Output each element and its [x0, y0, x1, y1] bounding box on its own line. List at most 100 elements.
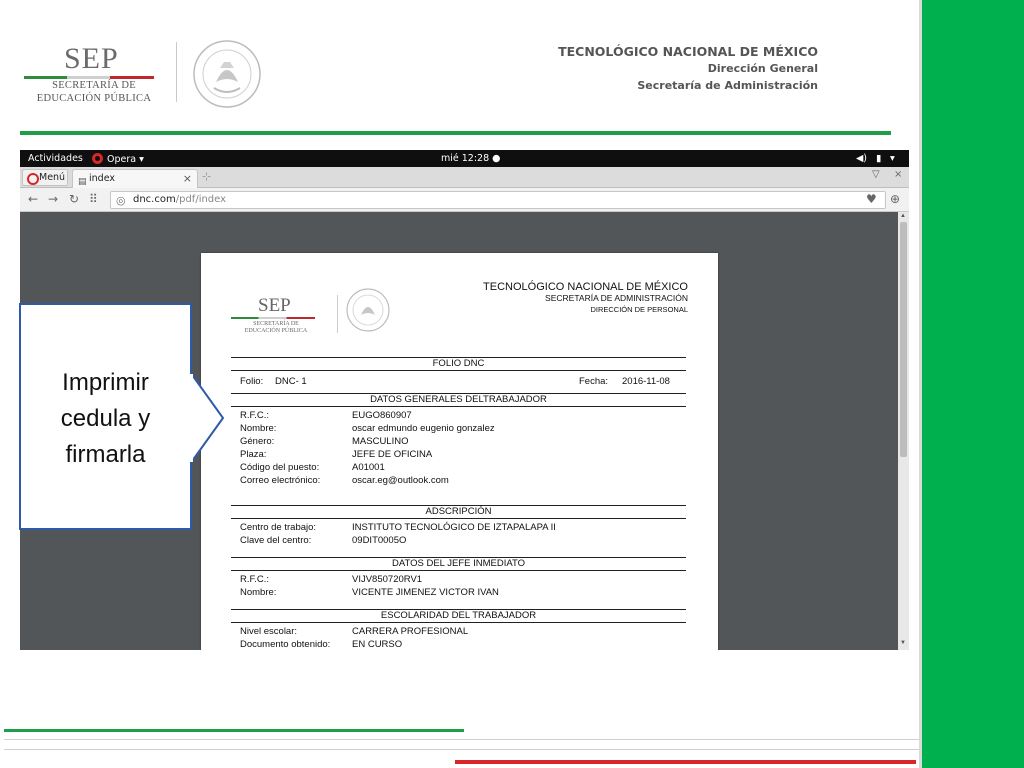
general-value-nombre: oscar edmundo eugenio gonzalez: [352, 423, 495, 434]
jefe-section-title: DATOS DEL JEFE INMEDIATO: [231, 557, 686, 571]
general-value-genero: MASCULINO: [352, 436, 409, 447]
tab-title: index: [89, 173, 115, 184]
pdf-header-sub2: DIRECCIÓN DE PERSONAL: [590, 305, 688, 314]
window-close-icon[interactable]: ×: [894, 169, 902, 180]
institution-header: TECNOLÓGICO NACIONAL DE MÉXICO Dirección…: [558, 44, 818, 94]
national-seal-icon: [193, 40, 261, 108]
pdf-header: TECNOLÓGICO NACIONAL DE MÉXICO SECRETARÍ…: [483, 281, 688, 315]
escolaridad-value-documento: EN CURSO: [352, 639, 403, 650]
general-value-codigo: A01001: [352, 462, 385, 473]
pdf-header-title: TECNOLÓGICO NACIONAL DE MÉXICO: [483, 281, 688, 293]
url-path: /pdf/index: [175, 194, 227, 205]
opera-app-label: Opera ▾: [107, 154, 144, 165]
general-label-genero: Género:: [240, 436, 275, 447]
download-icon[interactable]: ⊕: [890, 192, 900, 206]
logo-divider: [176, 42, 177, 102]
institution-line2: Dirección General: [707, 62, 818, 75]
grid-icon[interactable]: ⠿: [89, 192, 98, 206]
jefe-value-rfc: VIJV850720RV1: [352, 574, 423, 585]
right-green-band: [922, 0, 1024, 768]
pdf-header-sub1: SECRETARÍA DE ADMINISTRACIÓN: [545, 293, 688, 303]
jefe-label-nombre: Nombre:: [240, 587, 277, 598]
general-section-title: DATOS GENERALES DELTRABAJADOR: [231, 393, 686, 407]
pdf-sep-line1: SECRETARÍA DE: [253, 321, 299, 327]
opera-menu-button[interactable]: Menú: [22, 169, 68, 186]
escolaridad-label-documento: Documento obtenido:: [240, 639, 331, 650]
escolaridad-section-title: ESCOLARIDAD DEL TRABAJADOR: [231, 609, 686, 623]
heart-icon[interactable]: ♥: [866, 192, 877, 206]
escolaridad-label-nivel: Nivel escolar:: [240, 626, 298, 637]
adscripcion-value-centro: INSTITUTO TECNOLÓGICO DE IZTAPALAPA II: [352, 522, 556, 533]
folio-label: Folio:: [240, 376, 264, 387]
sep-logo-tricolor-bar: [24, 76, 154, 79]
pdf-sep-line2: EDUCACIÓN PÚBLICA: [244, 328, 308, 334]
general-label-correo: Correo electrónico:: [240, 475, 321, 486]
url-domain: dnc.com: [133, 194, 176, 205]
callout-pointer: [190, 371, 225, 465]
opera-icon: [92, 153, 103, 164]
volume-icon[interactable]: ◀): [856, 153, 867, 164]
fecha-label: Fecha:: [579, 376, 609, 387]
activities-button[interactable]: Actividades: [28, 153, 83, 164]
gnome-top-bar: Actividades Opera ▾ mié 12:28 ● ◀) ▮ ▾: [20, 150, 909, 167]
sep-logo: SEP SECRETARÍA DE EDUCACIÓN PÚBLICA: [24, 40, 174, 110]
general-label-rfc: R.F.C.:: [240, 410, 270, 421]
opera-app-menu[interactable]: Opera ▾: [92, 153, 144, 165]
address-bar: ← → ↻ ⠿ ◎ dnc.com/pdf/index ♥ ⊕: [20, 188, 909, 212]
general-value-rfc: EUGO860907: [352, 410, 412, 421]
callout-line3: firmarla: [65, 441, 146, 468]
general-label-plaza: Plaza:: [240, 449, 267, 460]
general-label-nombre: Nombre:: [240, 423, 277, 434]
adscripcion-value-clave: 09DIT0005O: [352, 535, 407, 546]
folio-section-title: FOLIO DNC: [231, 357, 686, 371]
footer-red-line: [455, 760, 916, 764]
fecha-value: 2016-11-08: [622, 376, 670, 387]
callout-box: Imprimir cedula y firmarla: [19, 303, 192, 530]
pdf-scrollbar[interactable]: ▲ ▼: [898, 212, 909, 650]
general-label-codigo: Código del puesto:: [240, 462, 320, 473]
sep-logo-word: SEP: [64, 42, 119, 75]
reload-icon[interactable]: ↻: [69, 192, 79, 206]
pdf-seal-icon: [346, 288, 390, 332]
footer-gray-line-2: [4, 749, 919, 750]
general-value-plaza: JEFE DE OFICINA: [352, 449, 433, 460]
callout-line1: Imprimir: [62, 369, 149, 396]
footer-gray-line-1: [4, 739, 919, 740]
pdf-logo-divider: [337, 295, 338, 333]
tab-index[interactable]: ▤ index ×: [72, 169, 198, 188]
jefe-label-rfc: R.F.C.:: [240, 574, 270, 585]
scroll-down-icon[interactable]: ▼: [900, 640, 906, 646]
battery-icon[interactable]: ▮: [876, 153, 881, 164]
close-icon[interactable]: ×: [183, 170, 192, 187]
tab-bar: Menú ▤ index × ⊹ ▽ ×: [20, 167, 909, 188]
pdf-page: SEP SECRETARÍA DE EDUCACIÓN PÚBLICA TECN…: [201, 253, 718, 650]
escolaridad-value-nivel: CARRERA PROFESIONAL: [352, 626, 469, 637]
scrollbar-thumb[interactable]: [900, 222, 907, 457]
pdf-sep-bar: [231, 317, 315, 319]
general-value-correo: oscar.eg@outlook.com: [352, 475, 449, 486]
callout-text: Imprimir cedula y firmarla: [21, 365, 190, 473]
clock[interactable]: mié 12:28 ●: [441, 153, 500, 164]
tab-menu-icon[interactable]: ▽: [872, 169, 880, 180]
institution-line3: Secretaría de Administración: [637, 79, 818, 92]
globe-icon: ◎: [116, 194, 126, 207]
url-input[interactable]: ◎ dnc.com/pdf/index: [110, 191, 886, 209]
back-icon[interactable]: ←: [28, 192, 38, 206]
adscripcion-section-title: ADSCRIPCIÓN: [231, 505, 686, 519]
folio-value: DNC- 1: [275, 376, 307, 387]
sep-logo-line1: SECRETARÍA DE: [52, 80, 136, 91]
system-menu-icon[interactable]: ▾: [890, 153, 895, 164]
forward-icon[interactable]: →: [48, 192, 58, 206]
scroll-up-icon[interactable]: ▲: [900, 213, 906, 219]
pdf-sep-logo: SEP SECRETARÍA DE EDUCACIÓN PÚBLICA: [231, 295, 331, 335]
pdf-sep-word: SEP: [258, 295, 291, 316]
jefe-value-nombre: VICENTE JIMENEZ VICTOR IVAN: [352, 587, 499, 598]
sep-logo-line2: EDUCACIÓN PÚBLICA: [36, 93, 152, 104]
adscripcion-label-clave: Clave del centro:: [240, 535, 312, 546]
adscripcion-label-centro: Centro de trabajo:: [240, 522, 317, 533]
new-tab-icon[interactable]: ⊹: [202, 170, 211, 183]
callout-line2: cedula y: [60, 405, 151, 432]
footer-green-line: [4, 729, 464, 732]
institution-title: TECNOLÓGICO NACIONAL DE MÉXICO: [558, 44, 818, 59]
header-green-line: [20, 131, 891, 135]
